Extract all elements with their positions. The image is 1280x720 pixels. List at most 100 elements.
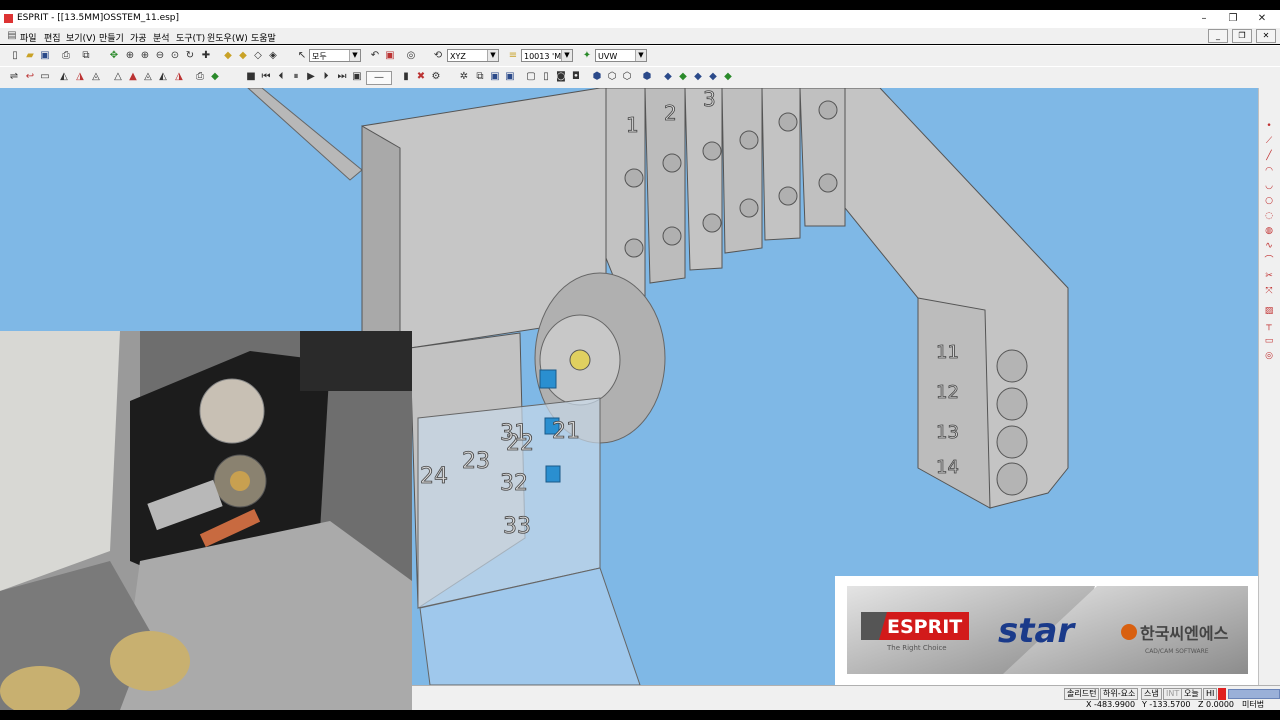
collision-icon[interactable]: ✖ [415,71,427,83]
frame-icon[interactable]: ▭ [1263,335,1275,347]
view-grey2-icon[interactable]: ⬡ [621,71,633,83]
new-file-icon[interactable]: ▯ [9,50,21,62]
menu-analysis[interactable]: 분석 [153,31,170,44]
cube-side-icon[interactable]: ▯ [540,71,552,83]
circle3-icon[interactable]: ◍ [1263,225,1275,237]
step-forward-icon[interactable]: ⏵ [320,71,332,83]
trim-icon[interactable]: ✂ [1263,270,1275,282]
pause-icon[interactable]: ⏸ [290,71,302,83]
point-icon[interactable]: • [1263,120,1275,132]
pan-icon[interactable]: ✥ [108,50,120,62]
feature-icon[interactable]: ◆ [662,71,674,83]
layer-icon[interactable]: ≡ [507,50,519,62]
menu-tools[interactable]: 도구(T) [176,31,205,44]
view-blue-icon[interactable]: ⬢ [591,71,603,83]
cutoff-icon[interactable]: ◭ [157,71,169,83]
record-icon[interactable]: ◎ [405,50,417,62]
simulation-icon[interactable]: ⎙ [194,71,206,83]
menu-file[interactable]: 파일 [20,31,37,44]
menu-window[interactable]: 윈도우(W) [207,31,248,44]
turning-icon[interactable]: ⇌ [8,71,20,83]
cube-front-icon[interactable]: ▢ [525,71,537,83]
undo-icon[interactable]: ↶ [369,50,381,62]
mdi-restore-button[interactable]: ❐ [1232,29,1252,43]
rectangle-icon[interactable]: ▭ [39,71,51,83]
mdi-close-button[interactable]: ✕ [1256,29,1276,43]
spline-icon[interactable]: ∿ [1263,240,1275,252]
export-icon[interactable]: ▣ [504,71,516,83]
view-grey-icon[interactable]: ⬡ [606,71,618,83]
zoom-out-icon[interactable]: ⊖ [154,50,166,62]
loop-icon[interactable]: ▣ [351,71,363,83]
save-icon[interactable]: ▣ [39,50,51,62]
stop-icon[interactable]: ■ [245,71,257,83]
solid-turn-toggle[interactable]: 솔리드턴 [1064,688,1100,700]
extend-icon[interactable]: ⤧ [1263,285,1275,297]
boring-icon[interactable]: ▲ [127,71,139,83]
close-button[interactable]: ✕ [1248,12,1276,26]
cube-iso-icon[interactable]: ◘ [570,71,582,83]
target-icon[interactable]: ◎ [1263,350,1275,362]
mdi-minimize-button[interactable]: _ [1208,29,1228,43]
work-plane-combo[interactable]: UVW ▼ [595,49,647,62]
zoom-in-icon[interactable]: ⊕ [139,50,151,62]
copy-view-icon[interactable]: ⧉ [474,71,486,83]
select-filter-combo[interactable]: 모두 ▼ [309,49,361,62]
compass-icon[interactable]: ✲ [458,71,470,83]
feature-green2-icon[interactable]: ◆ [722,71,734,83]
feature-green-icon[interactable]: ◆ [677,71,689,83]
menu-help[interactable]: 도움말 [251,31,276,44]
plane-icon[interactable]: ⟲ [432,50,444,62]
solid-icon[interactable]: ◆ [209,71,221,83]
tee-icon[interactable]: ┬ [1263,320,1275,332]
plane-combo[interactable]: XYZ ▼ [447,49,499,62]
circle-icon[interactable]: ○ [1263,195,1275,207]
view-blue2-icon[interactable]: ⬢ [641,71,653,83]
first-frame-icon[interactable]: ⏮ [260,71,272,83]
restore-button[interactable]: ❐ [1219,12,1247,26]
cube-top-icon[interactable]: ◙ [555,71,567,83]
feature-blue-icon[interactable]: ◆ [692,71,704,83]
roughing-icon[interactable]: ◭ [58,71,70,83]
snap-toggle[interactable]: 스냅 [1141,688,1162,700]
hatch-icon[interactable]: ▨ [1263,305,1275,317]
menu-edit[interactable]: 편집 [44,31,61,44]
drilling-icon[interactable]: △ [112,71,124,83]
fillet-icon[interactable]: ⌒ [1263,255,1275,267]
redo-icon[interactable]: ▣ [384,50,396,62]
feature-blue2-icon[interactable]: ◆ [707,71,719,83]
rotate-icon[interactable]: ↻ [184,50,196,62]
menu-create[interactable]: 만들기 [99,31,124,44]
ortho-toggle[interactable]: 오늘 [1181,688,1202,700]
step-back-icon[interactable]: ⏴ [275,71,287,83]
workplane-icon[interactable]: ✦ [581,50,593,62]
zoom-window-icon[interactable]: ⊙ [169,50,181,62]
wireframe-icon[interactable]: ◆ [237,50,249,62]
tool-icon[interactable]: ▮ [400,71,412,83]
menu-machining[interactable]: 가공 [130,31,147,44]
speed-slider[interactable]: — [366,71,392,85]
minimize-button[interactable]: – [1190,12,1218,26]
last-frame-icon[interactable]: ⏭ [336,71,348,83]
settings-icon[interactable]: ⚙ [430,71,442,83]
fit-icon[interactable]: ✚ [200,50,212,62]
hi-toggle[interactable]: HI [1203,688,1218,700]
play-icon[interactable]: ▶ [305,71,317,83]
sub-element-toggle[interactable]: 하위-요소 [1100,688,1139,700]
display-mode-icon[interactable]: ◈ [267,50,279,62]
arc2-icon[interactable]: ◡ [1263,180,1275,192]
finishing-icon[interactable]: ◮ [74,71,86,83]
line2-icon[interactable]: ╱ [1263,150,1275,162]
int-toggle[interactable]: INT [1163,688,1183,700]
save-view-icon[interactable]: ▣ [489,71,501,83]
arc-icon[interactable]: ◠ [1263,165,1275,177]
line-icon[interactable]: ⟋ [1263,135,1275,147]
select-arrow-icon[interactable]: ↖ [296,50,308,62]
open-folder-icon[interactable]: ▰ [24,50,36,62]
threading-icon[interactable]: ◬ [90,71,102,83]
zoom-icon[interactable]: ⊕ [124,50,136,62]
milling-icon[interactable]: ◮ [173,71,185,83]
hidden-lines-icon[interactable]: ◇ [252,50,264,62]
print-icon[interactable]: ⎙ [60,50,72,62]
layer-combo[interactable]: 10013 'MC ▼ [521,49,573,62]
